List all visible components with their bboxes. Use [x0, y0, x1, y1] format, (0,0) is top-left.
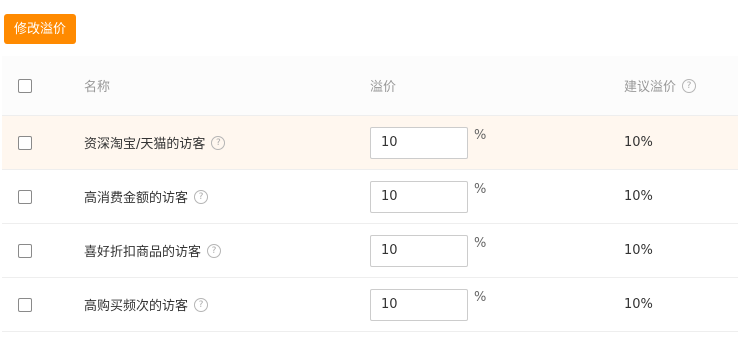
row-name: 资深淘宝/天猫的访客 — [84, 137, 206, 152]
suggested-premium-value: 10% — [624, 297, 653, 312]
question-circle-icon[interactable]: ? — [682, 78, 697, 93]
table-row: 高购买频次的访客 ? % 10% — [2, 278, 738, 332]
premium-input[interactable] — [370, 180, 468, 213]
percent-unit: % — [474, 128, 487, 143]
suggested-premium-value: 10% — [624, 135, 653, 150]
question-circle-icon[interactable]: ? — [194, 189, 209, 204]
question-circle-icon[interactable]: ? — [211, 135, 226, 150]
header-suggested-premium: 建议溢价 ? — [624, 56, 697, 115]
suggested-premium-value: 10% — [624, 189, 653, 204]
modify-premium-button[interactable]: 修改溢价 — [4, 14, 77, 44]
row-checkbox[interactable] — [18, 189, 32, 204]
row-name: 高购买频次的访客 — [84, 299, 189, 314]
header-suggested-premium-label: 建议溢价 — [624, 80, 677, 95]
table-row: 高消费金额的访客 ? % 10% — [2, 170, 738, 224]
toolbar: 修改溢价 — [4, 14, 77, 44]
row-name: 喜好折扣商品的访客 — [84, 245, 202, 260]
row-checkbox[interactable] — [18, 297, 32, 312]
table-header-row: 名称 溢价 建议溢价 ? — [2, 56, 738, 116]
row-checkbox[interactable] — [18, 243, 32, 258]
percent-unit: % — [474, 290, 487, 305]
premium-input[interactable] — [370, 126, 468, 159]
premium-input[interactable] — [370, 234, 468, 267]
table-row: 资深淘宝/天猫的访客 ? % 10% — [2, 116, 738, 170]
question-circle-icon[interactable]: ? — [194, 297, 209, 312]
suggested-premium-value: 10% — [624, 243, 653, 258]
row-name: 高消费金额的访客 — [84, 191, 189, 206]
header-name: 名称 — [84, 80, 111, 95]
percent-unit: % — [474, 182, 487, 197]
row-checkbox[interactable] — [18, 135, 32, 150]
percent-unit: % — [474, 236, 487, 251]
header-premium: 溢价 — [370, 80, 397, 95]
premium-input[interactable] — [370, 288, 468, 321]
question-circle-icon[interactable]: ? — [207, 243, 222, 258]
audience-premium-table: 名称 溢价 建议溢价 ? 资深淘宝/天猫的访客 ? % 10% 高消费金额的访客… — [2, 56, 738, 332]
select-all-checkbox[interactable] — [18, 78, 32, 93]
table-row: 喜好折扣商品的访客 ? % 10% — [2, 224, 738, 278]
